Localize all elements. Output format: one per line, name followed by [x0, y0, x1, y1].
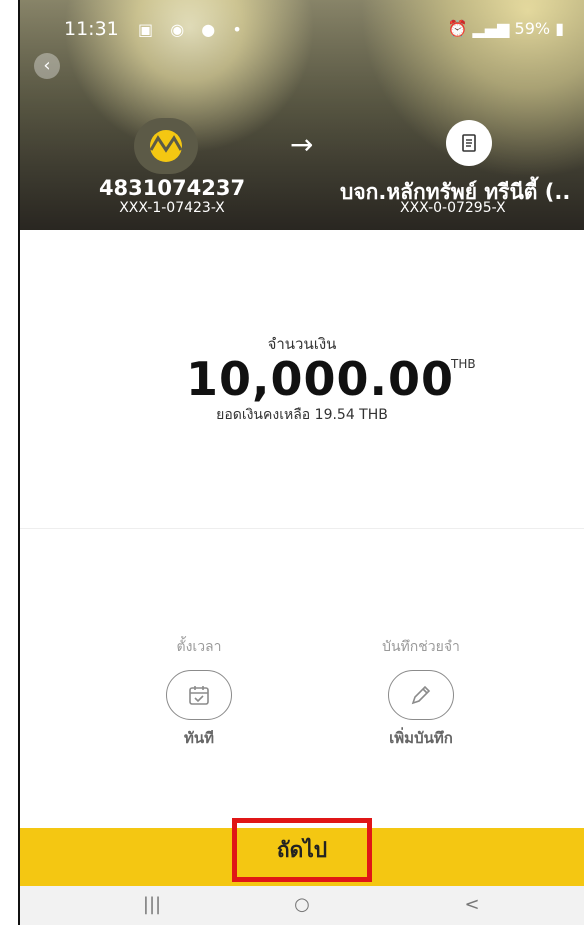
- amount-value: 10,000.00: [186, 352, 454, 406]
- to-account-masked: XXX-0-07295-X: [400, 200, 506, 216]
- status-left-icons: ▣ ◉ ● •: [138, 20, 248, 39]
- document-icon: [462, 134, 476, 152]
- schedule-value: ทันที: [183, 729, 215, 747]
- next-button[interactable]: ถัดไป: [232, 818, 372, 882]
- memo-button[interactable]: [388, 670, 454, 720]
- battery-icon: ▮: [555, 19, 564, 38]
- pencil-icon: [411, 685, 431, 705]
- schedule-option[interactable]: ตั้งเวลา ทันที: [124, 636, 274, 750]
- signal-icon: ▂▄▆: [472, 19, 510, 38]
- balance-text: ยอดเงินคงเหลือ 19.54 THB: [216, 407, 388, 423]
- gallery-icon: ▣: [138, 20, 160, 39]
- from-account-number: 4831074237: [98, 176, 246, 200]
- section-divider: [20, 528, 584, 529]
- back-button[interactable]: ‹: [34, 53, 60, 79]
- status-bar: 11:31 ▣ ◉ ● • ⏰ ▂▄▆ 59% ▮: [20, 18, 584, 46]
- dot-icon: •: [232, 20, 248, 39]
- status-right: ⏰ ▂▄▆ 59% ▮: [448, 19, 565, 38]
- home-button[interactable]: ○: [282, 894, 322, 915]
- memo-label: บันทึกช่วยจำ: [382, 639, 460, 655]
- android-nav-bar: ||| ○ <: [20, 886, 584, 925]
- status-time: 11:31: [64, 18, 119, 40]
- contacts-icon: ◉: [170, 20, 191, 39]
- from-account-masked: XXX-1-07423-X: [119, 200, 225, 216]
- recipient-avatar: [446, 120, 492, 166]
- schedule-label: ตั้งเวลา: [176, 639, 222, 655]
- arrow-right-icon: →: [290, 128, 314, 161]
- memo-option[interactable]: บันทึกช่วยจำ เพิ่มบันทึก: [346, 636, 496, 750]
- next-label: ถัดไป: [276, 837, 328, 862]
- back-nav-button[interactable]: <: [452, 894, 492, 915]
- battery-percent: 59%: [514, 19, 551, 38]
- calendar-icon: [189, 686, 209, 705]
- krungsri-logo-icon: [149, 130, 183, 162]
- amount-currency: THB: [451, 357, 476, 371]
- line-icon: ●: [201, 20, 222, 39]
- schedule-button[interactable]: [166, 670, 232, 720]
- alarm-icon: ⏰: [447, 19, 468, 38]
- bank-logo: [134, 118, 198, 174]
- outer-frame: [0, 0, 18, 925]
- app-screen: 11:31 ▣ ◉ ● • ⏰ ▂▄▆ 59% ▮ ‹ → 4831074237…: [20, 0, 584, 925]
- memo-value: เพิ่มบันทึก: [389, 729, 453, 747]
- recent-apps-button[interactable]: |||: [132, 894, 172, 915]
